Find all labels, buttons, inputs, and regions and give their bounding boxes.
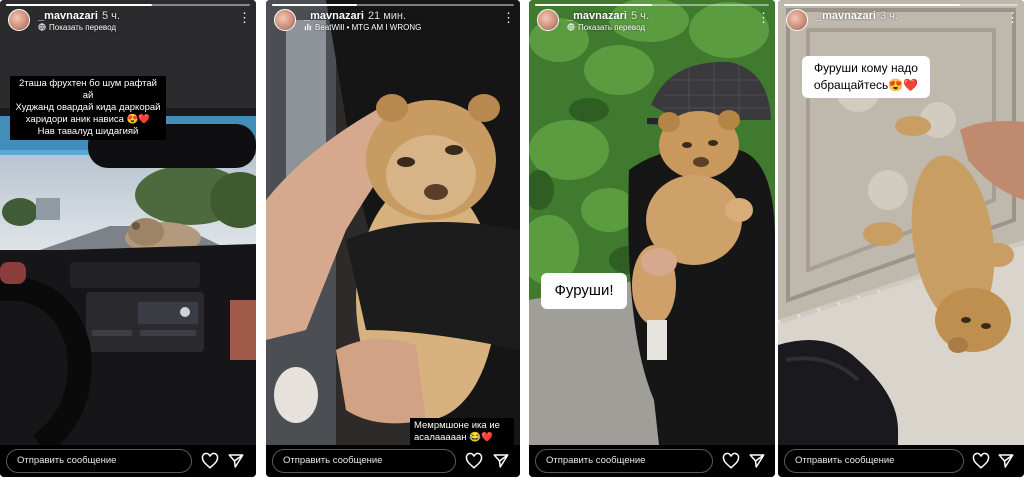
heart-icon[interactable] [722, 452, 740, 470]
translation-text[interactable]: Показать перевод [49, 23, 116, 32]
story-header: _mavnazari 21 мин. BeatWill • MTG AM I WR… [274, 9, 515, 33]
avatar[interactable] [8, 9, 30, 31]
story-progress-bar [6, 4, 250, 6]
caption-line: Нав тавалуд шидагияй [37, 126, 139, 137]
send-message-input[interactable]: Отправить сообщение [272, 449, 456, 473]
username[interactable]: _mavnazari 5 ч. [38, 10, 120, 22]
story-photo [529, 0, 775, 445]
send-icon[interactable] [492, 452, 510, 470]
more-options-icon[interactable]: ⋮ [238, 11, 251, 27]
username-text[interactable]: _mavnazari [816, 10, 876, 22]
story-header: _mavnazari 3 ч. ⋮ [786, 9, 1019, 33]
caption-line: харидори аник нависа 😍❤️ [25, 114, 151, 125]
heart-icon[interactable] [972, 452, 990, 470]
globe-icon [567, 23, 575, 31]
post-time: 5 ч. [630, 10, 649, 22]
send-message-input[interactable]: Отправить сообщение [6, 449, 192, 473]
more-options-icon[interactable]: ⋮ [757, 11, 770, 27]
caption-line: Мемрмшоне ика ие [414, 420, 500, 431]
story-progress-bar [272, 4, 514, 6]
username[interactable]: _mavnazari 3 ч. [816, 10, 898, 22]
username-text[interactable]: _mavnazari [38, 10, 98, 22]
story-card-2[interactable]: _mavnazari 21 мин. BeatWill • MTG AM I WR… [266, 0, 520, 477]
story-photo [266, 0, 520, 445]
caption-line: Худжанд овардай кида даркорай [15, 102, 161, 113]
send-message-input[interactable]: Отправить сообщение [535, 449, 713, 473]
caption-line: обращайтесь😍❤️ [813, 78, 919, 92]
username[interactable]: _mavnazari 5 ч. [567, 10, 649, 22]
story-header: _mavnazari 5 ч. Показать перевод ⋮ [8, 9, 251, 33]
avatar[interactable] [537, 9, 559, 31]
story-card-4[interactable]: _mavnazari 3 ч. ⋮ Фуруши кому надо обраща… [778, 0, 1024, 477]
reply-bar: Отправить сообщение [778, 445, 1024, 477]
username-text[interactable]: _mavnazari [567, 10, 627, 22]
story-caption: 2таша фрухтен бо шум рафтай ай Худжанд о… [10, 76, 166, 140]
post-time: 5 ч. [101, 10, 120, 22]
reply-bar: Отправить сообщение [266, 445, 520, 477]
story-photo [0, 0, 256, 445]
send-icon[interactable] [227, 452, 245, 470]
avatar[interactable] [274, 9, 296, 31]
lion-cub-in-hands-photo [266, 0, 520, 445]
post-time: 3 ч. [879, 10, 898, 22]
person-holding-lion-cub-photo [529, 0, 775, 445]
send-icon[interactable] [748, 452, 766, 470]
car-dashboard-photo [0, 0, 256, 445]
story-progress-bar [784, 4, 1018, 6]
reply-bar: Отправить сообщение [529, 445, 775, 477]
username[interactable]: _mavnazari 21 мин. [304, 10, 406, 22]
caption-line: Фуруши! [554, 282, 614, 299]
translation-text[interactable]: Показать перевод [578, 23, 645, 32]
story-card-3[interactable]: _mavnazari 5 ч. Показать перевод ⋮ Фуруши… [529, 0, 775, 477]
caption-line: Фуруши кому надо [814, 61, 918, 75]
story-progress-bar [535, 4, 769, 6]
reply-bar: Отправить сообщение [0, 445, 256, 477]
story-header: _mavnazari 5 ч. Показать перевод ⋮ [537, 9, 770, 33]
more-options-icon[interactable]: ⋮ [1006, 11, 1019, 27]
story-caption: Фуруши кому надо обращайтесь😍❤️ [802, 56, 930, 98]
caption-line: 2таша фрухтен бо шум рафтай ай [19, 78, 157, 101]
username-text[interactable]: _mavnazari [304, 10, 364, 22]
globe-icon [38, 23, 46, 31]
avatar[interactable] [786, 9, 808, 31]
story-caption: Фуруши! [541, 273, 627, 309]
translation-link[interactable]: Показать перевод [38, 23, 116, 32]
send-message-input[interactable]: Отправить сообщение [784, 449, 964, 473]
music-text[interactable]: BeatWill • MTG AM I WRONG [315, 23, 421, 32]
music-attribution[interactable]: BeatWill • MTG AM I WRONG [304, 23, 421, 32]
translation-link[interactable]: Показать перевод [567, 23, 645, 32]
caption-line: асалааааан 😂❤️ [414, 432, 493, 443]
send-icon[interactable] [997, 452, 1015, 470]
more-options-icon[interactable]: ⋮ [502, 11, 515, 27]
heart-icon[interactable] [465, 452, 483, 470]
equalizer-icon [304, 23, 311, 31]
story-caption: Мемрмшоне ика ие асалааааан 😂❤️ [410, 418, 514, 446]
story-card-1[interactable]: _mavnazari 5 ч. Показать перевод ⋮ 2таша … [0, 0, 256, 477]
post-time: 21 мин. [367, 10, 407, 22]
heart-icon[interactable] [201, 452, 219, 470]
